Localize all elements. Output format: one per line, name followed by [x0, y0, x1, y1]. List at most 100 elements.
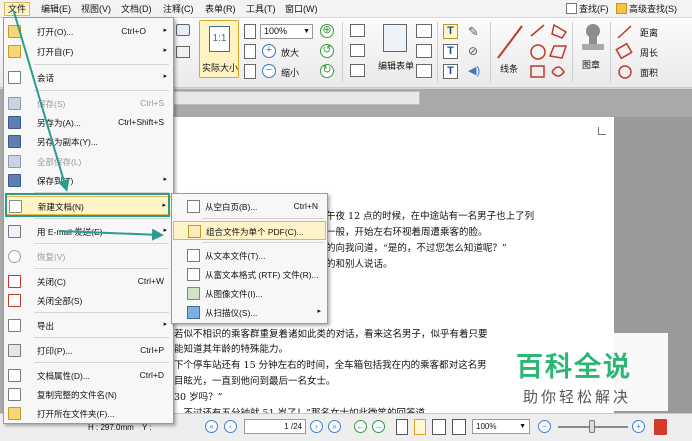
fit-page-icon[interactable]: [244, 24, 256, 39]
typewriter-icon[interactable]: T: [443, 24, 458, 39]
menu-item-open[interactable]: 打开(O)... Ctrl+O ▸: [5, 22, 172, 41]
zoom-out-label[interactable]: 缩小: [281, 66, 299, 79]
form-field-icon[interactable]: [350, 24, 365, 37]
submenu-arrow-icon: ▸: [163, 176, 167, 183]
measure-tools-icon[interactable]: [615, 24, 635, 82]
continuous-view-icon[interactable]: [414, 419, 426, 435]
zoom-out-button[interactable]: −: [538, 420, 551, 433]
menu-item-shortcut: Ctrl+W: [137, 276, 164, 286]
submenu-item-text-file[interactable]: 从文本文件(T)...: [173, 246, 326, 265]
menu-item-save-as[interactable]: 另存为(A)... Ctrl+Shift+S: [5, 113, 172, 132]
menu-form[interactable]: 表单(R): [202, 2, 239, 16]
menu-view[interactable]: 视图(V): [78, 2, 114, 16]
advanced-find-label: 高级查找(S): [629, 4, 677, 14]
distance-tool[interactable]: 距离: [640, 26, 658, 39]
menu-item-save-to[interactable]: 保存到(T) ▸: [5, 171, 172, 190]
zoom-in-icon[interactable]: +: [262, 44, 276, 58]
pen-icon[interactable]: ✎: [468, 24, 480, 39]
submenu-item-blank-page[interactable]: 从空白页(B)... Ctrl+N: [173, 197, 326, 216]
menu-item-open-folder[interactable]: 打开所在文件夹(F)...: [5, 404, 172, 423]
menu-item-label: 保存到(T): [37, 176, 74, 186]
menu-item-export[interactable]: 导出 ▸: [5, 316, 172, 335]
edit-form-label[interactable]: 编辑表单: [378, 59, 414, 72]
menu-separator: [34, 243, 169, 244]
rotate-icon[interactable]: ⊕: [320, 24, 334, 38]
menu-item-shortcut: Ctrl+Shift+S: [118, 117, 164, 127]
sound-icon[interactable]: ◀): [468, 64, 482, 79]
line-tool-icon[interactable]: [495, 22, 525, 62]
zoom-select[interactable]: 100% ▼: [260, 24, 313, 39]
next-page-button[interactable]: ›: [310, 420, 323, 433]
attach-icon[interactable]: ⊘: [468, 44, 480, 59]
menu-item-email[interactable]: 用 E-mail 发送(E) ▸: [5, 222, 172, 241]
continuous-facing-view-icon[interactable]: [452, 419, 466, 435]
shapes-icon[interactable]: [528, 22, 570, 80]
checkbox-field-icon[interactable]: [350, 44, 365, 57]
forward-icon[interactable]: →: [372, 420, 385, 433]
properties-icon: [8, 369, 21, 382]
text-file-icon: [187, 249, 200, 262]
menu-item-label: 恢复(V): [37, 252, 66, 262]
menu-item-save-copy[interactable]: 另存为副本(Y)...: [5, 132, 172, 151]
callout-icon[interactable]: T: [443, 64, 458, 79]
document-text-line: 若似不相识的乘客群重复着诸如此类的对话，看来这名男子，似乎有着只要: [174, 329, 488, 340]
menu-item-revert[interactable]: 恢复(V): [5, 247, 172, 266]
menu-edit[interactable]: 编辑(E): [38, 2, 74, 16]
submenu-item-combine-files[interactable]: 组合文件为单个 PDF(C)...: [173, 221, 326, 240]
text-box-icon[interactable]: T: [443, 44, 458, 59]
pdf-logo-icon: [654, 419, 667, 435]
first-page-button[interactable]: «: [205, 420, 218, 433]
status-zoom-select[interactable]: 100% ▼: [472, 419, 530, 434]
zoom-in-button[interactable]: +: [632, 420, 645, 433]
menu-document[interactable]: 文档(D): [118, 2, 155, 16]
previous-page-button[interactable]: ‹: [224, 420, 237, 433]
menu-item-close-all[interactable]: 关闭全部(S): [5, 291, 172, 310]
menu-item-print[interactable]: 打印(P)... Ctrl+P: [5, 341, 172, 360]
stamp-label[interactable]: 图章: [582, 58, 600, 71]
area-tool[interactable]: 面积: [640, 66, 658, 79]
zoom-out-icon[interactable]: −: [262, 64, 276, 78]
zoom-in-label[interactable]: 放大: [281, 46, 299, 59]
advanced-find-button[interactable]: 高级查找(S): [616, 2, 677, 16]
actual-size-button[interactable]: 1:1 实际大小: [199, 20, 239, 78]
menu-item-label: 会话: [37, 73, 55, 83]
last-page-button[interactable]: »: [328, 420, 341, 433]
menu-file[interactable]: 文件: [4, 2, 31, 16]
menu-item-open-from[interactable]: 打开自(F) ▸: [5, 42, 172, 61]
back-icon[interactable]: ←: [354, 420, 367, 433]
find-button[interactable]: 查找(F): [566, 2, 609, 16]
menu-item-label: 全部保存(L): [37, 157, 82, 167]
menu-window[interactable]: 窗口(W): [282, 2, 321, 16]
menu-item-save[interactable]: 保存(S) Ctrl+S: [5, 94, 172, 113]
list-field-icon[interactable]: [416, 44, 432, 58]
select-icon[interactable]: [176, 46, 190, 58]
perimeter-tool[interactable]: 周长: [640, 46, 658, 59]
menu-item-save-all[interactable]: 全部保存(L): [5, 152, 172, 171]
document-tab[interactable]: [170, 91, 420, 105]
submenu-item-image-file[interactable]: 从图像文件(I)...: [173, 284, 326, 303]
watermark: 百科全说 助你轻松解决: [494, 333, 668, 411]
snapshot-icon[interactable]: [176, 24, 190, 36]
fit-visible-icon[interactable]: [244, 64, 256, 79]
stamp-icon[interactable]: [579, 22, 607, 54]
menu-item-copy-filename[interactable]: 复制完整的文件名(N): [5, 385, 172, 404]
menu-item-session[interactable]: 会话 ▸: [5, 68, 172, 87]
menu-item-properties[interactable]: 文档属性(D)... Ctrl+D: [5, 366, 172, 385]
button-field-icon[interactable]: [416, 64, 432, 78]
menu-tools[interactable]: 工具(T): [243, 2, 279, 16]
single-page-view-icon[interactable]: [396, 419, 408, 435]
radio-field-icon[interactable]: [350, 64, 365, 77]
lines-label[interactable]: 线条: [500, 62, 518, 75]
rotate-right-icon[interactable]: ↻: [320, 64, 334, 78]
submenu-item-scanner[interactable]: 从扫描仪(S)... ▸: [173, 303, 326, 322]
menu-item-close[interactable]: 关闭(C) Ctrl+W: [5, 272, 172, 291]
text-field-icon[interactable]: [416, 24, 432, 38]
page-number-input[interactable]: 1 /24: [244, 419, 306, 434]
menu-comment[interactable]: 注释(C): [160, 2, 197, 16]
fit-width-icon[interactable]: [244, 44, 256, 59]
submenu-item-rtf-file[interactable]: 从富文本格式 (RTF) 文件(R)...: [173, 265, 326, 284]
edit-form-icon[interactable]: [383, 24, 407, 52]
facing-view-icon[interactable]: [432, 419, 446, 435]
zoom-slider-thumb[interactable]: [589, 420, 595, 433]
rotate-left-icon[interactable]: ↺: [320, 44, 334, 58]
